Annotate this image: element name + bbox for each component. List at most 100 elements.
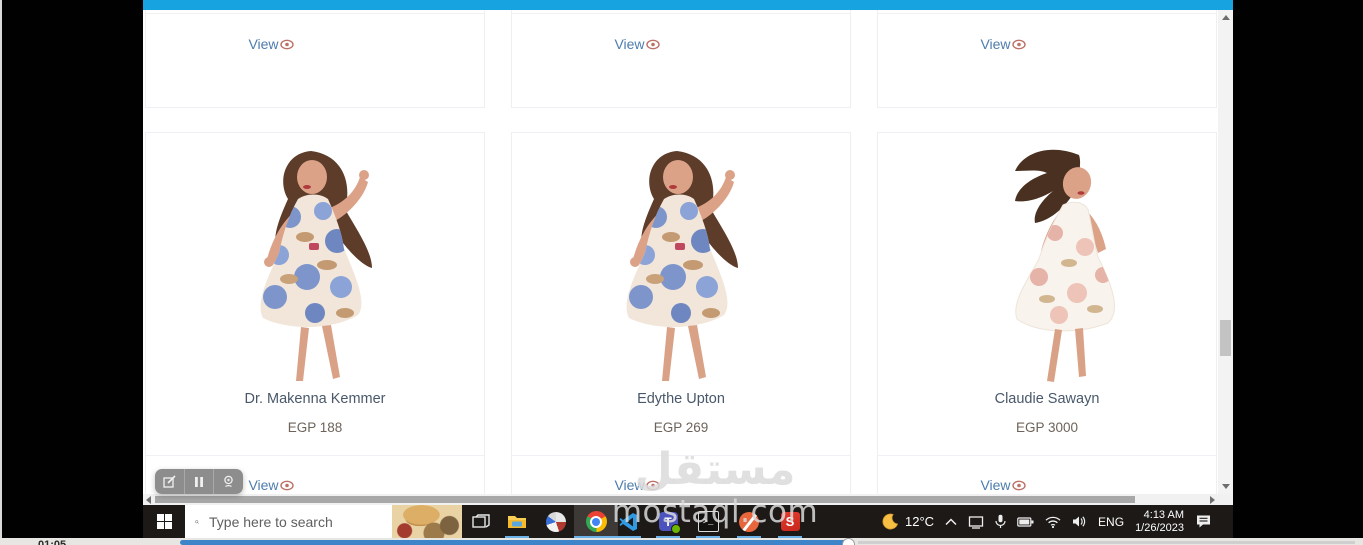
action-center-icon[interactable] xyxy=(1195,514,1212,529)
start-button[interactable] xyxy=(145,505,183,538)
product-grid-page: View View View Dr. Makenna Kemmer EGP 18… xyxy=(143,10,1218,494)
pinwheel-app-icon xyxy=(546,511,566,532)
chevron-up-icon[interactable] xyxy=(945,517,957,526)
taskbar-app-teams[interactable]: T xyxy=(653,505,683,538)
teams-status-dot xyxy=(670,524,681,534)
sublime-text-icon: S xyxy=(780,512,800,531)
product-name: Dr. Makenna Kemmer xyxy=(244,391,386,407)
product-card[interactable]: Claudie Sawayn EGP 3000 View xyxy=(877,132,1217,494)
view-link[interactable]: View xyxy=(963,477,1043,493)
taskbar-app-terminal[interactable]: >_ xyxy=(693,505,723,538)
product-name: Claudie Sawayn xyxy=(994,391,1100,407)
taskbar-app-postman[interactable] xyxy=(734,505,764,538)
view-link[interactable]: View xyxy=(231,36,311,52)
scroll-right-arrow[interactable] xyxy=(1210,496,1215,504)
terminal-icon: >_ xyxy=(697,511,719,532)
pause-icon xyxy=(195,476,203,487)
eye-icon xyxy=(279,480,294,491)
cast-display-icon[interactable] xyxy=(968,515,984,529)
taskbar-search[interactable] xyxy=(185,505,462,538)
taskbar-app-pinwheel[interactable] xyxy=(541,505,571,538)
language-indicator[interactable]: ENG xyxy=(1098,515,1124,529)
postman-icon xyxy=(739,511,759,532)
product-price: EGP 269 xyxy=(653,420,709,435)
pause-button[interactable] xyxy=(183,469,214,494)
product-card-partial[interactable]: View xyxy=(877,10,1217,108)
taskbar-app-vscode[interactable] xyxy=(614,505,644,538)
task-view-icon xyxy=(472,513,490,528)
eye-icon xyxy=(279,39,294,50)
search-highlight-image[interactable] xyxy=(392,505,462,538)
search-input[interactable] xyxy=(207,512,392,531)
task-view-button[interactable] xyxy=(465,505,497,538)
taskbar-app-file-explorer[interactable] xyxy=(502,505,532,538)
product-price: EGP 188 xyxy=(287,420,343,435)
webcam-icon xyxy=(224,475,233,488)
vertical-scroll-thumb[interactable] xyxy=(1220,320,1231,356)
card-divider xyxy=(878,455,1216,456)
moon-weather-icon xyxy=(882,513,899,530)
scroll-down-arrow[interactable] xyxy=(1222,484,1230,489)
eye-icon xyxy=(1011,480,1026,491)
view-link[interactable]: View xyxy=(597,36,677,52)
windows-taskbar: T >_ S xyxy=(143,505,1233,538)
product-card[interactable]: Edythe Upton EGP 269 View xyxy=(511,132,851,494)
product-name: Edythe Upton xyxy=(637,391,725,407)
product-photo-floral-blue-dress[interactable] xyxy=(561,137,801,385)
eye-icon xyxy=(1011,39,1026,50)
elapsed-time-label: 01:05 xyxy=(38,539,67,545)
video-progress-handle[interactable] xyxy=(842,538,855,545)
product-price: EGP 3000 xyxy=(1015,420,1079,435)
microphone-icon[interactable] xyxy=(995,514,1006,529)
horizontal-scrollbar[interactable] xyxy=(143,494,1218,505)
taskbar-app-sublime[interactable]: S xyxy=(775,505,805,538)
scroll-up-arrow[interactable] xyxy=(1222,15,1230,20)
product-card-partial[interactable]: View xyxy=(145,10,485,108)
product-card[interactable]: Dr. Makenna Kemmer EGP 188 View xyxy=(145,132,485,494)
windows-logo-icon xyxy=(156,514,172,529)
annotate-button[interactable] xyxy=(155,469,184,494)
card-divider xyxy=(512,455,850,456)
scroll-left-arrow[interactable] xyxy=(146,496,151,504)
temperature-label: 12°C xyxy=(905,514,935,529)
view-link[interactable]: View xyxy=(963,36,1043,52)
weather-widget[interactable]: 12°C xyxy=(882,513,934,530)
taskbar-app-chrome-active[interactable] xyxy=(574,505,618,538)
view-link[interactable]: View xyxy=(597,477,677,493)
eye-icon xyxy=(645,480,660,491)
video-progress-bar[interactable] xyxy=(180,540,848,545)
horizontal-scroll-thumb[interactable] xyxy=(155,496,1135,503)
product-card-partial[interactable]: View xyxy=(511,10,851,108)
product-photo-floral-blue-dress[interactable] xyxy=(195,137,435,385)
site-top-bar xyxy=(143,0,1233,10)
browser-viewport: View View View Dr. Makenna Kemmer EGP 18… xyxy=(143,0,1233,538)
teams-icon: T xyxy=(658,512,681,534)
screen-recorder-toolbar xyxy=(155,469,243,494)
vscode-icon xyxy=(619,512,637,531)
system-tray: 12°C ENG 4:13 AM 1/26/2023 xyxy=(882,505,1212,538)
letterbox-left xyxy=(0,0,145,538)
card-divider xyxy=(512,13,850,14)
card-divider xyxy=(146,13,484,14)
screen: View View View Dr. Makenna Kemmer EGP 18… xyxy=(0,0,1363,545)
battery-icon[interactable] xyxy=(1017,516,1034,528)
edit-icon xyxy=(163,475,176,488)
webcam-button[interactable] xyxy=(213,469,243,494)
wifi-icon[interactable] xyxy=(1045,516,1061,528)
card-divider xyxy=(146,455,484,456)
card-divider xyxy=(878,13,1216,14)
eye-icon xyxy=(645,39,660,50)
chrome-icon xyxy=(585,511,607,532)
letterbox-right xyxy=(1233,0,1363,538)
search-icon xyxy=(195,519,199,524)
video-progress-track[interactable] xyxy=(858,541,1355,544)
file-explorer-icon xyxy=(508,515,526,528)
date-label: 1/26/2023 xyxy=(1135,521,1184,534)
video-player-controls[interactable]: 01:05 xyxy=(0,538,1363,545)
vertical-scrollbar[interactable] xyxy=(1218,10,1233,494)
volume-icon[interactable] xyxy=(1072,515,1087,528)
time-label: 4:13 AM xyxy=(1143,509,1184,521)
scrollbar-corner xyxy=(1218,494,1233,505)
clock[interactable]: 4:13 AM 1/26/2023 xyxy=(1135,509,1184,534)
product-photo-white-floral-dress[interactable] xyxy=(927,137,1167,385)
